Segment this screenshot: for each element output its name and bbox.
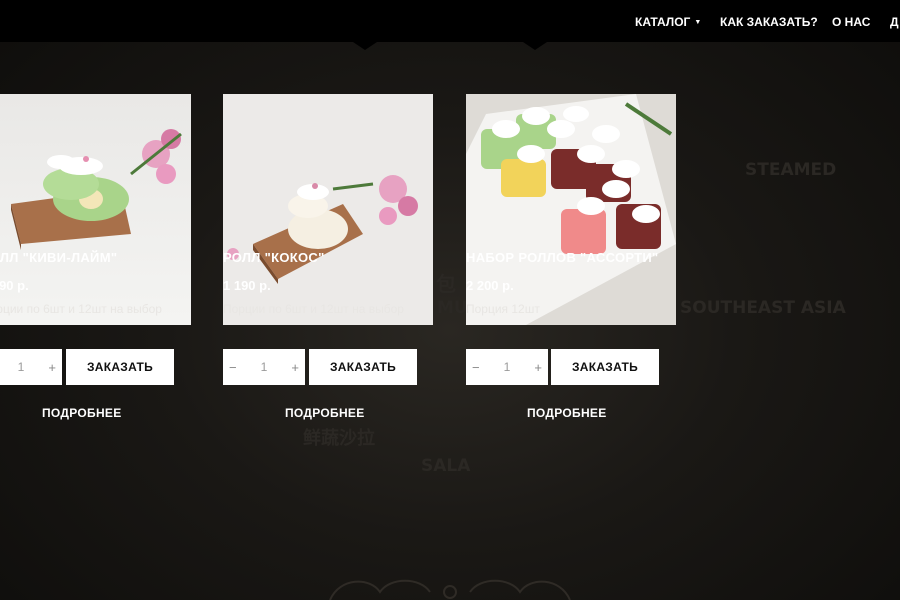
product-title[interactable]: РОЛЛ "КИВИ-ЛАЙМ": [0, 250, 117, 265]
minus-icon[interactable]: −: [229, 360, 237, 375]
product-description: Порция 12шт: [466, 302, 540, 316]
background-text: 鲜蔬沙拉: [303, 428, 375, 449]
quantity-value[interactable]: 1: [504, 360, 511, 374]
quantity-stepper: − 1 +: [223, 349, 305, 385]
background-text: SALA: [421, 456, 471, 476]
quantity-stepper: − 1 +: [0, 349, 62, 385]
product-title[interactable]: НАБОР РОЛЛОВ "АССОРТИ": [466, 250, 659, 265]
details-link[interactable]: ПОДРОБНЕЕ: [42, 406, 122, 420]
quantity-stepper: − 1 +: [466, 349, 548, 385]
minus-icon[interactable]: −: [472, 360, 480, 375]
background-text: SOUTHEAST ASIA: [680, 298, 846, 318]
nav-how-to-order[interactable]: КАК ЗАКАЗАТЬ?: [720, 15, 818, 29]
nav-catalog[interactable]: КАТАЛОГ ▼: [635, 15, 701, 29]
nav-notch: [523, 42, 547, 50]
product-price: 1 190 р.: [223, 278, 271, 293]
quantity-value[interactable]: 1: [18, 360, 25, 374]
product-description: Порции по 6шт и 12шт на выбор: [223, 302, 404, 316]
order-button[interactable]: ЗАКАЗАТЬ: [309, 349, 417, 385]
background-text: STEAMED: [745, 160, 837, 180]
order-button[interactable]: ЗАКАЗАТЬ: [66, 349, 174, 385]
quantity-value[interactable]: 1: [261, 360, 268, 374]
plus-icon[interactable]: +: [534, 360, 542, 375]
product-price: 1 190 р.: [0, 278, 29, 293]
background-text: 包: [436, 272, 456, 296]
caret-down-icon: ▼: [694, 19, 702, 26]
product-description: Порции по 6шт и 12шт на выбор: [0, 302, 162, 316]
nav-more[interactable]: Д: [890, 15, 899, 29]
product-title[interactable]: РОЛЛ "КОКОС": [223, 250, 325, 265]
ornament-decoration: [329, 579, 571, 600]
details-link[interactable]: ПОДРОБНЕЕ: [285, 406, 365, 420]
plus-icon[interactable]: +: [291, 360, 299, 375]
nav-notch: [353, 42, 377, 50]
nav-catalog-label: КАТАЛОГ: [635, 15, 691, 29]
nav-about[interactable]: О НАС: [832, 15, 870, 29]
product-price: 2 200 р.: [466, 278, 514, 293]
order-button[interactable]: ЗАКАЗАТЬ: [551, 349, 659, 385]
details-link[interactable]: ПОДРОБНЕЕ: [527, 406, 607, 420]
plus-icon[interactable]: +: [48, 360, 56, 375]
